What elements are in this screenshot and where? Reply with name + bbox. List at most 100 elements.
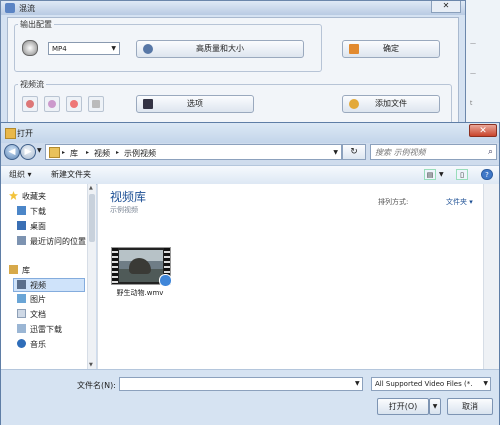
nav-recent[interactable]: 最近访问的位置 <box>17 235 86 249</box>
breadcrumb-videos[interactable]: 视频 <box>94 148 110 159</box>
thunder-folder-icon <box>17 324 26 333</box>
address-dropdown-icon[interactable]: ▼ <box>333 149 338 156</box>
dialog-close-button[interactable]: ✕ <box>469 124 497 137</box>
forward-button[interactable]: ▶ <box>20 144 36 160</box>
address-row: ◀ ▶ ▼ ▸ 库 ▸ 视频 ▸ 示例视频 ▼ ↻ ⌕ <box>1 143 499 165</box>
breadcrumb-separator-icon: ▸ <box>86 149 90 156</box>
nav-desktop[interactable]: 桌面 <box>17 220 46 234</box>
play-stream-button[interactable] <box>66 96 82 112</box>
breadcrumb-sample-videos[interactable]: 示例视频 <box>124 148 156 159</box>
bg-window-body: 输出配置 MP4 ▼ 高质量和大小 确定 视频流 选项 添加文件 <box>7 17 459 130</box>
format-select[interactable]: MP4 ▼ <box>48 42 120 55</box>
add-file-button[interactable]: 添加文件 <box>342 95 440 113</box>
edit-stream-button[interactable] <box>44 96 60 112</box>
delete-icon <box>26 100 34 108</box>
arrange-by-dropdown[interactable]: 文件夹 ▾ <box>446 197 473 207</box>
pictures-icon <box>17 294 26 303</box>
search-input[interactable] <box>375 146 475 158</box>
filename-input[interactable] <box>119 377 363 391</box>
output-config-label: 输出配置 <box>18 19 54 30</box>
open-split-dropdown[interactable]: ▼ <box>429 398 441 415</box>
new-folder-button[interactable]: 新建文件夹 <box>51 169 91 180</box>
info-stream-button[interactable] <box>88 96 104 112</box>
file-list-pane: 视频库 示例视频 排列方式: 文件夹 ▾ 野生动物.wmv <box>97 184 483 369</box>
chevron-down-icon: ▼ <box>432 403 438 410</box>
nav-favorites-label: 收藏夹 <box>22 192 46 201</box>
filename-dropdown-icon[interactable]: ▼ <box>355 380 360 387</box>
nav-music-label: 音乐 <box>30 340 46 349</box>
nav-downloads[interactable]: 下载 <box>17 205 46 219</box>
folder-icon <box>49 147 60 158</box>
back-button[interactable]: ◀ <box>4 144 20 160</box>
scroll-down-icon[interactable]: ▼ <box>89 362 93 368</box>
file-name-label[interactable]: 野生动物.wmv <box>103 288 177 298</box>
nav-music[interactable]: 音乐 <box>17 338 46 352</box>
confirm-button[interactable]: 确定 <box>342 40 440 58</box>
forward-arrow-icon: ▶ <box>24 147 32 157</box>
recent-places-icon <box>17 236 26 245</box>
scroll-up-icon[interactable]: ▲ <box>89 185 93 191</box>
address-bar[interactable]: ▸ 库 ▸ 视频 ▸ 示例视频 ▼ <box>45 144 342 160</box>
recent-pages-chevron-icon[interactable]: ▼ <box>37 147 42 154</box>
library-title: 视频库 <box>110 190 147 204</box>
media-player-badge-icon <box>159 274 172 287</box>
film-strip-left <box>112 248 118 284</box>
library-icon <box>9 265 18 274</box>
arrow-right-icon <box>349 44 359 54</box>
chevron-down-icon: ▼ <box>483 378 488 390</box>
folder-icon <box>5 128 16 139</box>
organize-menu[interactable]: 组织 ▾ <box>9 169 32 180</box>
nav-thunder-label: 迅雷下载 <box>30 325 62 334</box>
file-type-filter[interactable]: All Supported Video Files (*. ▼ <box>371 377 491 391</box>
edge-text-3: t <box>470 100 473 107</box>
file-type-value: All Supported Video Files (*. <box>375 380 473 388</box>
nav-videos-label: 视频 <box>30 281 46 290</box>
breadcrumb-library[interactable]: 库 <box>70 148 78 159</box>
nav-pictures[interactable]: 图片 <box>17 293 46 307</box>
dialog-bottom-bar: 文件名(N): ▼ All Supported Video Files (*. … <box>1 369 499 425</box>
film-icon <box>143 99 153 109</box>
view-options-icon[interactable]: ▤ <box>424 169 436 180</box>
nav-libraries[interactable]: 库 <box>9 264 30 278</box>
edge-text-2: — <box>470 70 476 77</box>
navigation-pane: 收藏夹 下载 桌面 最近访问的位置 库 视频 图片 文档 迅雷下载 音乐 <box>1 184 96 369</box>
content-scrollbar[interactable] <box>483 184 499 369</box>
open-button[interactable]: 打开(O) <box>377 398 429 415</box>
navigation-scrollbar[interactable]: ▲ ▼ <box>87 184 96 369</box>
breadcrumb-separator-icon: ▸ <box>116 149 120 156</box>
video-stream-label: 视频流 <box>18 79 46 90</box>
delete-stream-button[interactable] <box>22 96 38 112</box>
bg-window-title: 混流 <box>19 4 35 13</box>
info-icon <box>92 100 100 108</box>
refresh-button[interactable]: ↻ <box>342 144 366 160</box>
dialog-title-bar: 打开 ✕ <box>1 123 499 143</box>
nav-favorites[interactable]: 收藏夹 <box>9 190 46 204</box>
search-box[interactable]: ⌕ <box>370 144 497 160</box>
format-icon <box>22 40 38 56</box>
bg-title-bar: 混流 ✕ <box>1 1 465 15</box>
add-file-label: 添加文件 <box>375 99 407 108</box>
preview-pane-icon[interactable]: ▯ <box>456 169 468 180</box>
refresh-icon: ↻ <box>350 147 358 157</box>
nav-documents[interactable]: 文档 <box>17 308 46 322</box>
view-dropdown-icon[interactable]: ▼ <box>439 171 444 178</box>
format-value: MP4 <box>52 45 67 53</box>
search-icon: ⌕ <box>487 147 493 157</box>
scrollbar-thumb[interactable] <box>89 194 95 242</box>
background-app-window: 混流 ✕ 输出配置 MP4 ▼ 高质量和大小 确定 视频流 选项 添加文件 <box>0 0 466 130</box>
command-toolbar: 组织 ▾ 新建文件夹 ▤ ▼ ▯ ? <box>1 165 499 185</box>
documents-icon <box>17 309 26 318</box>
options-button[interactable]: 选项 <box>136 95 254 113</box>
nav-videos[interactable]: 视频 <box>13 278 85 292</box>
nav-thunder[interactable]: 迅雷下载 <box>17 323 62 337</box>
nav-libraries-label: 库 <box>22 266 30 275</box>
edge-text-1: — <box>470 40 476 47</box>
help-icon[interactable]: ? <box>481 169 493 180</box>
bg-close-button[interactable]: ✕ <box>431 1 461 13</box>
add-file-icon <box>349 99 359 109</box>
edit-icon <box>48 100 56 108</box>
downloads-icon <box>17 206 26 215</box>
quality-size-button[interactable]: 高质量和大小 <box>136 40 304 58</box>
options-label: 选项 <box>187 99 203 108</box>
cancel-button[interactable]: 取消 <box>447 398 493 415</box>
